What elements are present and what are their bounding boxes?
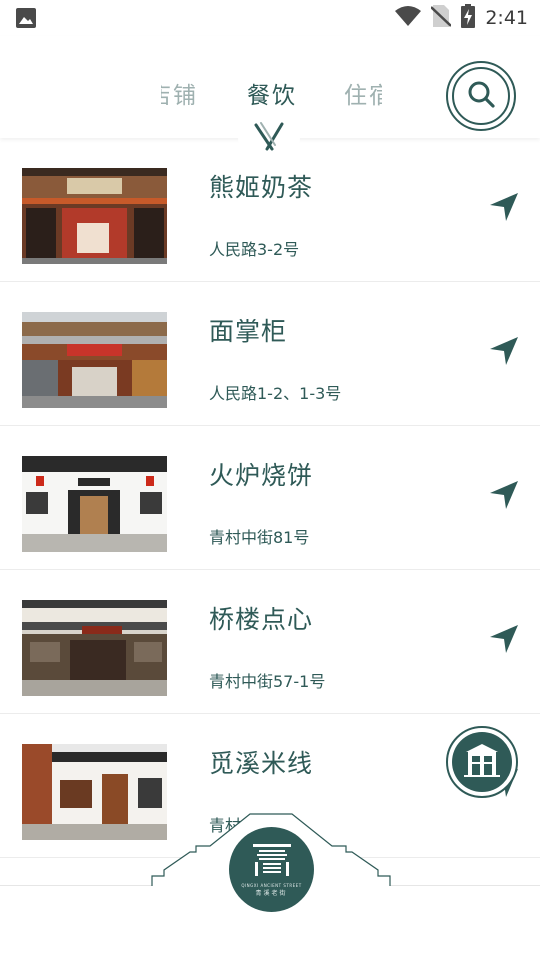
restaurant-address: 青村中街57-1号: [209, 672, 326, 691]
restaurant-name: 觅溪米线: [209, 749, 314, 778]
home-logo-button[interactable]: QINGXI ANCIENT STREET 青溪老街: [229, 827, 314, 912]
navigate-button[interactable]: [487, 336, 521, 370]
logo-title: 青溪老街: [255, 890, 288, 897]
status-time: 2:41: [485, 7, 528, 29]
navigation-arrow-icon: [489, 192, 519, 226]
logo-emblem-icon: [251, 842, 293, 882]
list-item[interactable]: 桥楼点心 青村中街57-1号: [0, 570, 540, 714]
no-sim-icon: [430, 5, 453, 31]
shop-photo: [22, 600, 167, 696]
image-icon: [16, 8, 36, 32]
shop-photo: [22, 312, 167, 408]
search-button[interactable]: [446, 61, 516, 131]
navigation-arrow-icon: [489, 336, 519, 370]
status-bar: 2:41: [0, 0, 540, 36]
search-icon: [466, 79, 496, 113]
shop-photo: [22, 456, 167, 552]
navigate-button[interactable]: [487, 480, 521, 514]
tab-shops[interactable]: 店铺: [161, 76, 198, 110]
category-header: 店铺 餐饮 住宿: [0, 36, 540, 168]
battery-charging-icon: [461, 4, 476, 32]
restaurant-name: 面掌柜: [209, 317, 288, 346]
list-item[interactable]: 面掌柜 人民路1-2、1-3号: [0, 282, 540, 426]
restaurant-address: 人民路3-2号: [209, 240, 300, 259]
navigate-button[interactable]: [487, 624, 521, 658]
list-item[interactable]: 火炉烧饼 青村中街81号: [0, 426, 540, 570]
archway-icon: [462, 742, 502, 782]
landmark-button[interactable]: [446, 726, 518, 798]
restaurant-name: 桥楼点心: [209, 605, 314, 634]
wifi-icon: [395, 6, 422, 30]
shop-photo: [22, 744, 167, 840]
tab-lodging[interactable]: 住宿: [344, 76, 382, 110]
navigate-button[interactable]: [487, 192, 521, 226]
navigation-arrow-icon: [489, 480, 519, 514]
restaurant-address: 人民路1-2、1-3号: [209, 384, 342, 403]
restaurant-address: 青村中街81号: [209, 528, 310, 547]
restaurant-name: 熊姬奶茶: [209, 173, 314, 202]
restaurant-name: 火炉烧饼: [209, 461, 314, 490]
chopsticks-icon: [252, 121, 286, 157]
navigation-arrow-icon: [489, 624, 519, 658]
shop-photo: [22, 168, 167, 264]
tab-dining[interactable]: 餐饮: [247, 76, 297, 110]
